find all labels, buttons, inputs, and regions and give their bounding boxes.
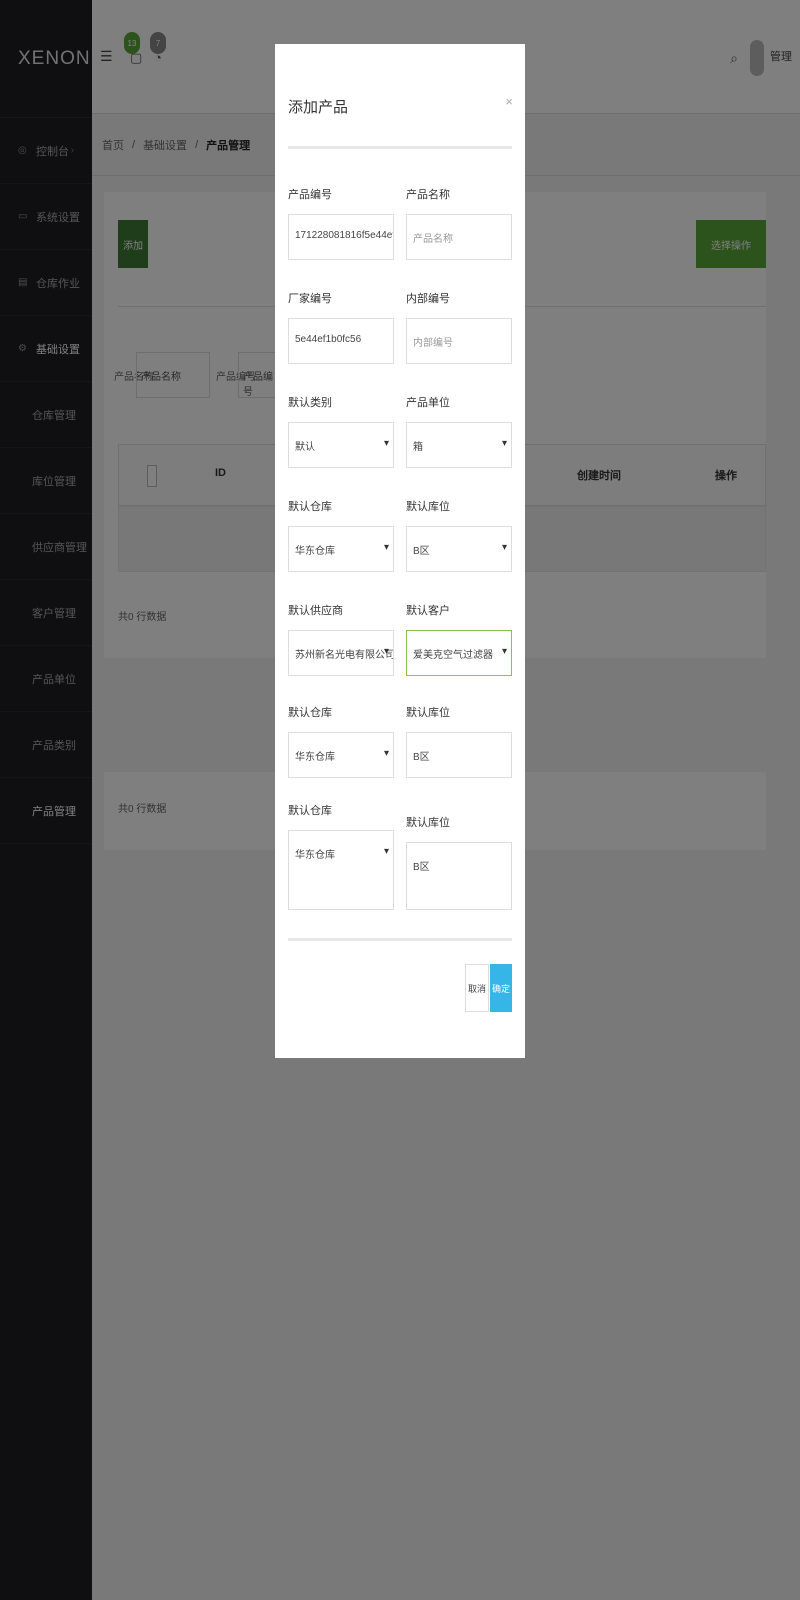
confirm-button-label: 确定	[491, 983, 510, 994]
default-supplier-label: 默认供应商	[288, 605, 343, 617]
default-category-select[interactable]: 默认	[288, 422, 394, 468]
default-location-2-label: 默认库位	[406, 707, 450, 719]
default-warehouse-2-select[interactable]: 华东仓库	[288, 732, 394, 778]
default-warehouse-select[interactable]: 华东仓库	[288, 526, 394, 572]
cancel-button-label: 取消	[467, 983, 486, 994]
default-location-label: 默认库位	[406, 501, 450, 513]
modal-footer-divider	[288, 938, 512, 941]
cancel-button[interactable]: 取消	[465, 964, 489, 1012]
factory-code-label: 厂家编号	[288, 293, 332, 305]
default-warehouse-3-select[interactable]: 华东仓库	[288, 830, 394, 910]
product-name-label: 产品名称	[406, 189, 450, 201]
default-customer-select[interactable]: 爱美克空气过滤器	[406, 630, 512, 676]
product-unit-select[interactable]: 箱	[406, 422, 512, 468]
product-name-input[interactable]: 产品名称	[406, 214, 512, 260]
product-unit-label: 产品单位	[406, 397, 450, 409]
add-product-modal: 添加产品 × 产品编号 171228081816f5e44ef1b0fc56 产…	[275, 44, 525, 1058]
modal-title: 添加产品	[288, 99, 349, 116]
default-location-2-input[interactable]: B区	[406, 732, 512, 778]
default-warehouse-2-label: 默认仓库	[288, 707, 332, 719]
product-code-label: 产品编号	[288, 189, 332, 201]
confirm-button[interactable]: 确定	[490, 964, 512, 1012]
default-warehouse-3-label: 默认仓库	[288, 805, 332, 817]
default-location-3-textarea[interactable]: B区	[406, 842, 512, 910]
default-category-label: 默认类别	[288, 397, 332, 409]
default-location-select[interactable]: B区	[406, 526, 512, 572]
default-location-3-label: 默认库位	[406, 817, 450, 829]
product-code-input[interactable]: 171228081816f5e44ef1b0fc56	[288, 214, 394, 260]
internal-code-input[interactable]: 内部编号	[406, 318, 512, 364]
modal-divider	[288, 146, 512, 149]
close-icon[interactable]: ×	[505, 94, 513, 109]
internal-code-label: 内部编号	[406, 293, 450, 305]
factory-code-input[interactable]: 5e44ef1b0fc56	[288, 318, 394, 364]
default-warehouse-label: 默认仓库	[288, 501, 332, 513]
default-customer-label: 默认客户	[406, 605, 450, 617]
default-supplier-select[interactable]: 苏州新名光电有限公司	[288, 630, 394, 676]
